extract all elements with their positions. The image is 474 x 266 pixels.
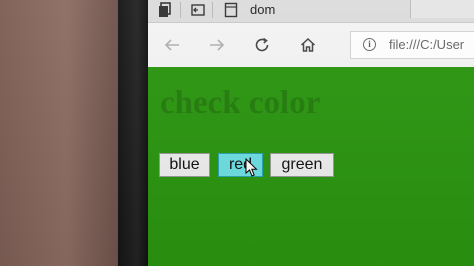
info-icon[interactable]: i (363, 38, 376, 51)
monitor-bezel (118, 0, 150, 266)
page-content: check color blue red green (148, 67, 474, 266)
page-icon (224, 2, 238, 18)
tab-restore-icon[interactable] (190, 2, 206, 18)
blue-button[interactable]: blue (159, 153, 210, 177)
tab-title[interactable]: dom (250, 2, 275, 18)
tab-bar: dom (148, 0, 474, 23)
back-arrow-icon[interactable] (159, 32, 185, 58)
refresh-icon[interactable] (249, 32, 275, 58)
address-url: file:///C:/User (389, 37, 465, 52)
copy-icon[interactable] (158, 2, 172, 18)
navigation-bar: i file:///C:/User (148, 23, 474, 67)
page-heading: check color (160, 85, 321, 121)
background-wall (0, 0, 120, 266)
green-button[interactable]: green (270, 153, 334, 177)
home-icon[interactable] (295, 32, 321, 58)
adjacent-tab[interactable] (410, 0, 474, 18)
mouse-cursor-icon (245, 158, 258, 177)
browser-window: dom i file:///C:/User check color blue r… (148, 0, 474, 266)
address-bar[interactable]: i file:///C:/User (350, 31, 474, 59)
forward-arrow-icon[interactable] (204, 32, 230, 58)
